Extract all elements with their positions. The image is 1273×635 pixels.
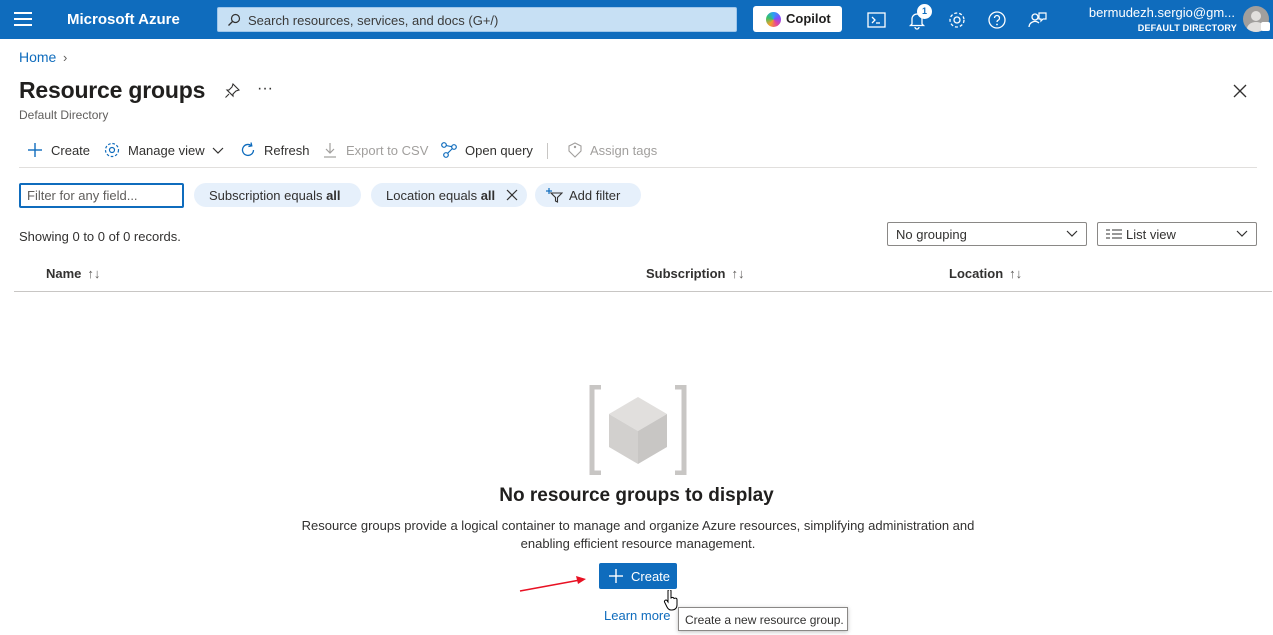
table-header-divider bbox=[14, 291, 1272, 292]
create-command-label: Create bbox=[51, 143, 91, 158]
tooltip-text: Create a new resource group. bbox=[685, 613, 844, 627]
plus-icon bbox=[28, 143, 42, 157]
help-icon[interactable] bbox=[986, 9, 1008, 31]
column-header-subscription-label: Subscription bbox=[646, 266, 726, 281]
column-header-name-label: Name bbox=[46, 266, 82, 281]
query-icon bbox=[441, 142, 457, 158]
chevron-down-icon bbox=[1066, 230, 1078, 237]
filter-input[interactable] bbox=[19, 183, 184, 208]
grouping-value: No grouping bbox=[896, 227, 967, 242]
breadcrumb-home[interactable]: Home bbox=[19, 49, 56, 65]
top-bar: Microsoft Azure Search resources, servic… bbox=[0, 0, 1273, 39]
location-filter-value: all bbox=[480, 188, 496, 203]
view-value: List view bbox=[1126, 227, 1176, 242]
hamburger-icon[interactable] bbox=[14, 12, 32, 26]
create-resource-group-button[interactable]: Create bbox=[599, 563, 677, 589]
assign-tags-button[interactable]: Assign tags bbox=[566, 141, 658, 161]
subscription-filter-pill[interactable]: Subscription equals all bbox=[194, 183, 361, 207]
pin-icon[interactable] bbox=[224, 83, 240, 99]
more-options-icon[interactable]: ··· bbox=[257, 80, 273, 98]
close-icon[interactable] bbox=[1233, 84, 1247, 98]
refresh-icon bbox=[241, 142, 255, 157]
grouping-dropdown[interactable]: No grouping bbox=[887, 222, 1087, 246]
copilot-label: Copilot bbox=[786, 11, 831, 26]
subscription-filter-value: all bbox=[326, 188, 341, 203]
lock-icon bbox=[1261, 22, 1270, 31]
column-header-subscription[interactable]: Subscription ↑↓ bbox=[646, 266, 744, 281]
tag-icon bbox=[568, 142, 582, 158]
hand-cursor-icon bbox=[663, 590, 678, 611]
open-query-button[interactable]: Open query bbox=[440, 141, 536, 161]
annotation-arrow bbox=[519, 576, 586, 592]
refresh-label: Refresh bbox=[264, 143, 310, 158]
gear-icon bbox=[104, 142, 120, 158]
brand-name[interactable]: Microsoft Azure bbox=[67, 11, 180, 28]
learn-more-link[interactable]: Learn more bbox=[604, 608, 670, 623]
open-query-label: Open query bbox=[465, 143, 533, 158]
sort-icon: ↑↓ bbox=[87, 266, 101, 281]
export-csv-label: Export to CSV bbox=[346, 143, 429, 158]
page-subtitle: Default Directory bbox=[19, 108, 109, 122]
chevron-down-icon bbox=[1236, 230, 1248, 237]
refresh-button[interactable]: Refresh bbox=[239, 141, 310, 161]
search-icon bbox=[228, 13, 241, 26]
manage-view-label: Manage view bbox=[128, 143, 205, 158]
records-count-text: Showing 0 to 0 of 0 records. bbox=[19, 229, 181, 244]
add-filter-button[interactable]: Add filter bbox=[535, 183, 641, 207]
empty-state-title: No resource groups to display bbox=[499, 485, 774, 506]
view-dropdown[interactable]: List view bbox=[1097, 222, 1257, 246]
create-command-button[interactable]: Create bbox=[26, 141, 96, 161]
list-view-icon bbox=[1106, 229, 1122, 239]
add-filter-icon bbox=[546, 188, 563, 203]
copilot-button[interactable]: Copilot bbox=[753, 6, 842, 32]
location-filter-label: Location equals bbox=[386, 188, 481, 203]
manage-view-button[interactable]: Manage view bbox=[103, 141, 228, 161]
plus-icon bbox=[609, 569, 623, 583]
gear-icon[interactable] bbox=[946, 9, 968, 31]
search-placeholder: Search resources, services, and docs (G+… bbox=[248, 13, 499, 28]
remove-filter-icon[interactable] bbox=[506, 189, 518, 201]
sort-icon: ↑↓ bbox=[1009, 266, 1023, 281]
subscription-filter-label: Subscription equals bbox=[209, 188, 327, 203]
create-tooltip: Create a new resource group. bbox=[678, 607, 848, 631]
user-email[interactable]: bermudezh.sergio@gm... bbox=[1089, 5, 1235, 20]
assign-tags-label: Assign tags bbox=[590, 143, 658, 158]
column-header-name[interactable]: Name ↑↓ bbox=[46, 266, 100, 281]
column-header-location[interactable]: Location ↑↓ bbox=[949, 266, 1022, 281]
create-button-label: Create bbox=[631, 569, 671, 584]
user-directory: DEFAULT DIRECTORY bbox=[1137, 23, 1237, 33]
download-icon bbox=[324, 143, 336, 158]
location-filter-pill[interactable]: Location equals all bbox=[371, 183, 527, 207]
chevron-right-icon: › bbox=[63, 50, 68, 65]
copilot-icon bbox=[766, 12, 781, 27]
page-title: Resource groups bbox=[19, 77, 206, 103]
add-filter-label: Add filter bbox=[569, 188, 621, 203]
column-header-location-label: Location bbox=[949, 266, 1004, 281]
global-search-box[interactable]: Search resources, services, and docs (G+… bbox=[217, 7, 737, 32]
command-bar-divider bbox=[19, 167, 1257, 168]
command-separator bbox=[547, 143, 548, 159]
sort-icon: ↑↓ bbox=[731, 266, 745, 281]
empty-state-description: Resource groups provide a logical contai… bbox=[301, 518, 975, 551]
resource-group-icon bbox=[589, 385, 687, 475]
export-csv-button[interactable]: Export to CSV bbox=[321, 141, 429, 161]
notification-badge: 1 bbox=[917, 4, 932, 19]
feedback-icon[interactable] bbox=[1026, 9, 1048, 31]
chevron-down-icon bbox=[212, 147, 224, 154]
cloud-shell-icon[interactable] bbox=[866, 9, 888, 31]
